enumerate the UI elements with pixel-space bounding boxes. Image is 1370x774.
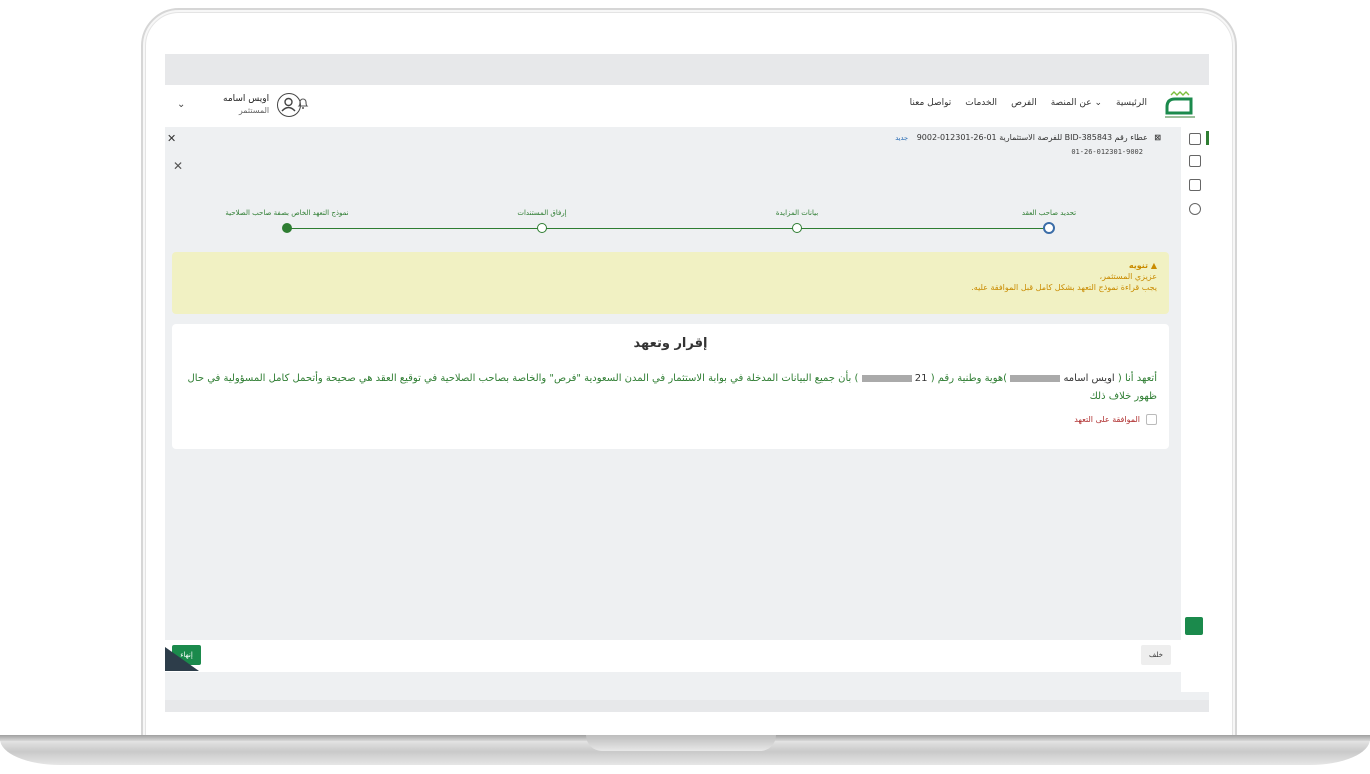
nav-opportunities[interactable]: الفرص xyxy=(1011,98,1037,108)
step-label-pledge-form: نموذج التعهد الخاص بصفة صاحب الصلاحية xyxy=(225,209,349,217)
agree-checkbox[interactable] xyxy=(1146,414,1157,425)
pledge-part1: أتعهد أنا ( xyxy=(1117,373,1157,384)
redacted-block xyxy=(1010,374,1061,382)
pledge-card: إقرار وتعهد أتعهد أنا ( اويس اسامه )هوية… xyxy=(172,324,1169,449)
bid-title-row: ⊠ عطاء رقم BID-385843 للفرصة الاستثمارية… xyxy=(895,133,1161,142)
pledge-text: أتعهد أنا ( اويس اسامه )هوية وطنية رقم (… xyxy=(182,370,1157,406)
nav-home[interactable]: الرئيسية xyxy=(1116,98,1147,108)
agree-label: الموافقة على التعهد xyxy=(1074,415,1140,424)
user-name: اويس اسامه xyxy=(223,94,270,104)
pledge-name: اويس اسامه xyxy=(1063,373,1115,384)
bid-title: عطاء رقم BID-385843 للفرصة الاستثمارية 0… xyxy=(916,133,1148,142)
bid-code: 01-26-012301-9002 xyxy=(1071,148,1143,156)
bell-icon[interactable] xyxy=(297,97,309,113)
home-icon[interactable] xyxy=(1189,133,1201,145)
nav-contact[interactable]: تواصل معنا xyxy=(910,98,952,108)
step-dot-pledge-form[interactable] xyxy=(282,223,292,233)
close-square-icon[interactable]: ⊠ xyxy=(1154,133,1161,142)
nav-about[interactable]: عن المنصة ⌄ xyxy=(1051,98,1102,108)
redacted-id xyxy=(861,374,912,382)
close-icon[interactable]: ✕ xyxy=(167,132,176,145)
back-button[interactable]: خلف xyxy=(1141,645,1171,665)
main-nav: الرئيسية عن المنصة ⌄ الفرص الخدمات تواصل… xyxy=(910,98,1147,108)
user-info: اويس اسامه المستثمر xyxy=(223,93,269,117)
sidebar-active-indicator xyxy=(1206,131,1209,145)
right-sidebar xyxy=(1181,127,1209,692)
furas-logo[interactable] xyxy=(1157,89,1203,123)
top-navbar: الرئيسية عن المنصة ⌄ الفرص الخدمات تواصل… xyxy=(165,85,1209,127)
alert-line2: يجب قراءة نموذج التعهد بشكل كامل قبل الم… xyxy=(971,283,1157,292)
step-label-bid-data: بيانات المزايدة xyxy=(775,209,819,217)
settings-corner-icon[interactable] xyxy=(165,647,199,671)
step-dot-bid-data[interactable] xyxy=(792,223,802,233)
pledge-id-prefix: 21 xyxy=(914,373,928,384)
step-label-attachments: إرفاق المستندات xyxy=(517,209,567,217)
chevron-down-icon[interactable]: ⌄ xyxy=(177,99,185,110)
clipboard-icon[interactable] xyxy=(1189,155,1201,167)
alert-title: ▲ تنويه xyxy=(1128,261,1157,270)
bid-header: ⊠ عطاء رقم BID-385843 للفرصة الاستثمارية… xyxy=(165,127,1181,173)
close-icon[interactable]: ✕ xyxy=(173,159,183,173)
stepper: تحديد صاحب العقد بيانات المزايدة إرفاق ا… xyxy=(165,203,1181,243)
agree-checkbox-row[interactable]: الموافقة على التعهد xyxy=(1074,414,1157,425)
step-dot-contract-owner[interactable] xyxy=(1043,222,1055,234)
document-icon[interactable] xyxy=(1189,179,1201,191)
notice-alert: ▲ تنويه عزيزي المستثمر، يجب قراءة نموذج … xyxy=(172,252,1169,314)
action-bar: إنهاء خلف xyxy=(165,640,1181,672)
step-dot-attachments[interactable] xyxy=(537,223,547,233)
stepper-line xyxy=(287,228,1049,229)
user-menu[interactable]: اويس اسامه المستثمر xyxy=(223,93,302,117)
laptop-notch xyxy=(586,735,776,751)
pledge-part2: )هوية وطنية رقم ( xyxy=(930,373,1008,384)
nav-services[interactable]: الخدمات xyxy=(965,98,997,108)
tag-icon[interactable] xyxy=(1189,203,1201,215)
alert-line1: عزيزي المستثمر، xyxy=(1099,272,1157,281)
bid-badge: جديد xyxy=(895,134,909,142)
app-screen: الرئيسية عن المنصة ⌄ الفرص الخدمات تواصل… xyxy=(165,85,1209,700)
pledge-heading: إقرار وتعهد xyxy=(633,336,708,351)
step-label-contract-owner: تحديد صاحب العقد xyxy=(1021,209,1077,217)
user-role: المستثمر xyxy=(238,106,270,115)
help-button[interactable] xyxy=(1185,617,1203,635)
